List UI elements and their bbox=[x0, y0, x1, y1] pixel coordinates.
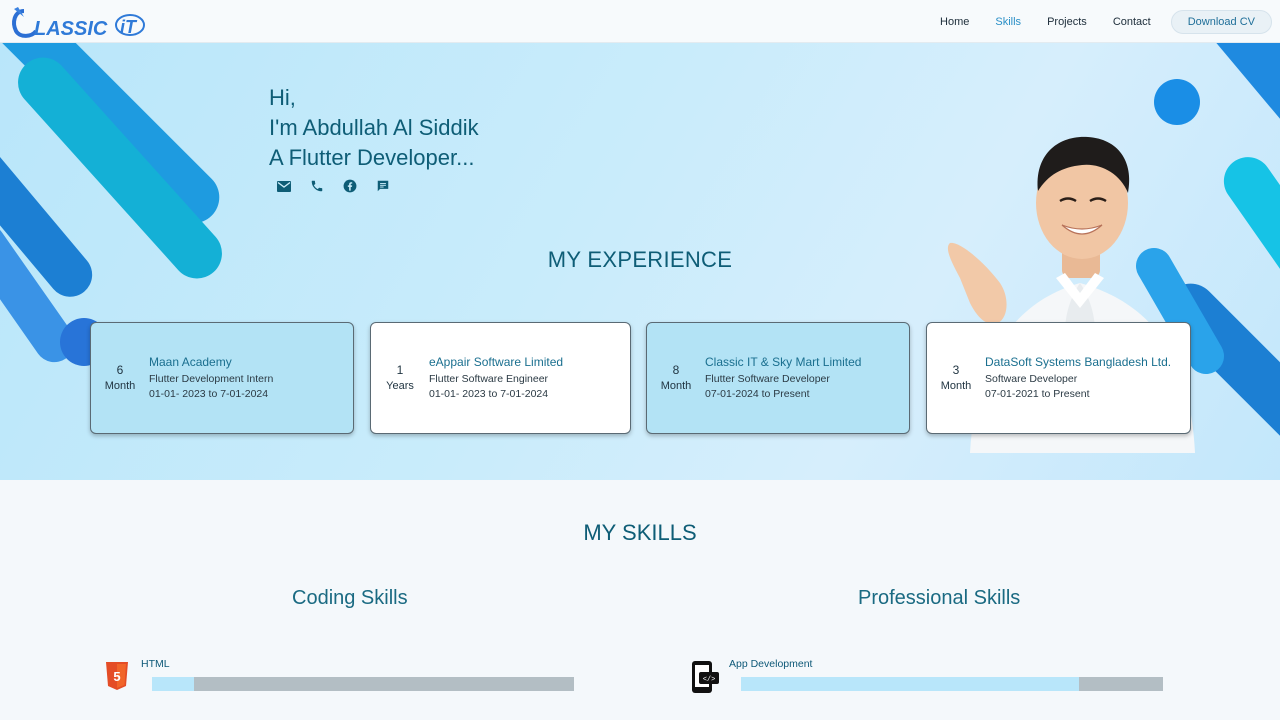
job-role: Software Developer bbox=[985, 372, 1078, 385]
duration-number: 8 bbox=[672, 363, 680, 377]
download-cv-button[interactable]: Download CV bbox=[1170, 9, 1272, 34]
company-name: Maan Academy bbox=[149, 354, 232, 369]
svg-text:5: 5 bbox=[113, 669, 120, 684]
nav-skills[interactable]: Skills bbox=[995, 16, 1021, 28]
experience-info: DataSoft Systems Bangladesh Ltd. Softwar… bbox=[985, 355, 1171, 402]
html5-icon: 5 bbox=[106, 662, 128, 695]
svg-text:iT: iT bbox=[120, 17, 138, 37]
skill-label-app-development: App Development bbox=[729, 658, 813, 670]
chat-icon[interactable] bbox=[375, 178, 391, 194]
skill-bar-fill bbox=[741, 677, 1079, 691]
duration-unit: Years bbox=[386, 380, 414, 392]
experience-card[interactable]: 8 Month Classic IT & Sky Mart Limited Fl… bbox=[646, 322, 910, 434]
duration-unit: Month bbox=[660, 380, 692, 392]
email-icon[interactable] bbox=[276, 178, 292, 194]
skills-title: MY SKILLS bbox=[583, 520, 697, 545]
duration-unit: Month bbox=[104, 380, 136, 392]
skill-bar-html bbox=[152, 677, 574, 691]
coding-skills-title: Coding Skills bbox=[292, 587, 408, 609]
company-name: DataSoft Systems Bangladesh Ltd. bbox=[985, 354, 1172, 369]
experience-duration: 3 Month bbox=[927, 362, 985, 394]
job-role: Flutter Software Developer bbox=[705, 372, 830, 385]
experience-info: eAppair Software Limited Flutter Softwar… bbox=[429, 355, 563, 402]
hero-greeting: Hi, I'm Abdullah Al Siddik A Flutter Dev… bbox=[269, 83, 479, 173]
experience-card[interactable]: 3 Month DataSoft Systems Bangladesh Ltd.… bbox=[926, 322, 1191, 434]
job-period: 07-01-2021 to Present bbox=[985, 387, 1090, 400]
nav-projects[interactable]: Projects bbox=[1047, 16, 1087, 28]
skill-bar-app-development bbox=[741, 677, 1163, 691]
experience-duration: 8 Month bbox=[647, 362, 705, 394]
experience-info: Classic IT & Sky Mart Limited Flutter So… bbox=[705, 355, 861, 402]
svg-text:LASSIC: LASSIC bbox=[34, 18, 108, 40]
experience-info: Maan Academy Flutter Development Intern … bbox=[149, 355, 273, 402]
hero-section: Hi, I'm Abdullah Al Siddik A Flutter Dev… bbox=[0, 43, 1280, 480]
experience-duration: 6 Month bbox=[91, 362, 149, 394]
company-name: eAppair Software Limited bbox=[429, 354, 564, 369]
duration-number: 1 bbox=[396, 363, 404, 377]
job-period: 07-01-2024 to Present bbox=[705, 387, 810, 400]
phone-icon[interactable] bbox=[309, 178, 325, 194]
greeting-hi: Hi, bbox=[269, 85, 296, 110]
experience-cards: 6 Month Maan Academy Flutter Development… bbox=[90, 322, 1192, 436]
job-role: Flutter Development Intern bbox=[149, 372, 274, 385]
top-navbar: LASSIC iT Home Skills Projects Contact D… bbox=[0, 0, 1280, 43]
job-role: Flutter Software Engineer bbox=[429, 372, 549, 385]
brand-logo[interactable]: LASSIC iT bbox=[10, 4, 150, 42]
job-period: 01-01- 2023 to 7-01-2024 bbox=[149, 387, 269, 400]
greeting-name: I'm Abdullah Al Siddik bbox=[269, 115, 479, 140]
duration-number: 3 bbox=[952, 363, 960, 377]
nav-home[interactable]: Home bbox=[940, 16, 969, 28]
professional-skills-title: Professional Skills bbox=[858, 587, 1021, 609]
skill-label-html: HTML bbox=[141, 658, 170, 670]
skill-bar-fill bbox=[152, 677, 195, 691]
mobile-code-icon: </> bbox=[690, 660, 720, 699]
duration-unit: Month bbox=[940, 380, 972, 392]
duration-number: 6 bbox=[116, 363, 124, 377]
facebook-icon[interactable] bbox=[342, 178, 358, 194]
svg-text:</>: </> bbox=[703, 676, 716, 684]
job-period: 01-01- 2023 to 7-01-2024 bbox=[429, 387, 549, 400]
experience-card[interactable]: 6 Month Maan Academy Flutter Development… bbox=[90, 322, 354, 434]
company-name: Classic IT & Sky Mart Limited bbox=[705, 354, 862, 369]
greeting-role: A Flutter Developer... bbox=[269, 145, 475, 170]
experience-card[interactable]: 1 Years eAppair Software Limited Flutter… bbox=[370, 322, 631, 434]
experience-duration: 1 Years bbox=[371, 362, 429, 394]
social-links bbox=[276, 178, 391, 194]
nav-contact[interactable]: Contact bbox=[1113, 16, 1151, 28]
